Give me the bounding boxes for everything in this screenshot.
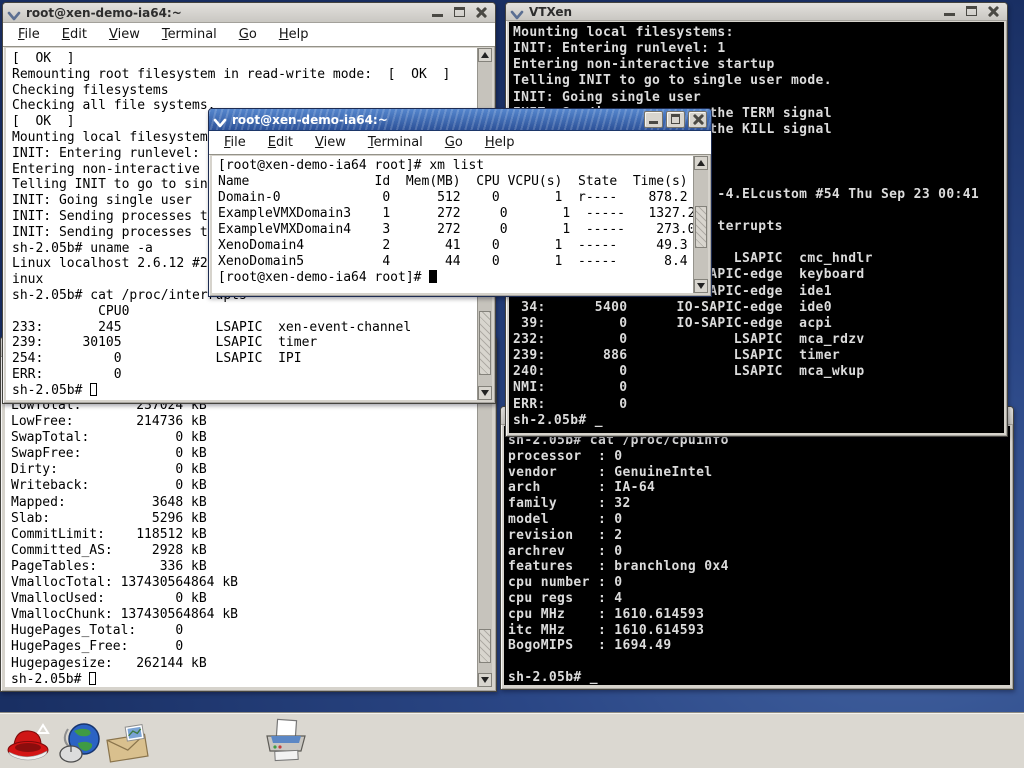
taskbar-panel: [VNC config [root@xen-d VTXen Terminal (…	[0, 712, 1024, 768]
arrow-down-icon	[481, 677, 489, 683]
arrow-up-icon	[481, 52, 489, 58]
menu-terminal[interactable]: Terminal	[357, 135, 434, 150]
close-button[interactable]	[984, 4, 1003, 19]
scrollbar-thumb[interactable]	[695, 206, 707, 248]
window-menu-chevron-icon[interactable]	[510, 6, 524, 18]
menubar: File Edit View Terminal Go Help	[3, 23, 495, 47]
window-console-cpuinfo: sh-2.05b# cat /proc/cpuinfo processor : …	[500, 406, 1014, 690]
text-cursor-icon	[429, 270, 437, 283]
menu-view[interactable]: View	[304, 135, 357, 150]
maximize-button[interactable]	[962, 4, 981, 19]
scroll-down-button[interactable]	[694, 279, 708, 293]
menu-view[interactable]: View	[98, 27, 151, 42]
shell-prompt: [root@xen-demo-ia64 root]#	[218, 270, 429, 285]
menu-go[interactable]: Go	[228, 27, 268, 42]
maximize-icon	[966, 6, 977, 16]
maximize-button[interactable]	[450, 5, 469, 20]
text-cursor-icon	[89, 672, 96, 685]
arrow-up-icon	[697, 160, 705, 166]
menu-file[interactable]: File	[7, 27, 51, 42]
email-launcher[interactable]	[102, 723, 154, 768]
console-output: sh-2.05b# cat /proc/cpuinfo processor : …	[504, 426, 1010, 685]
titlebar[interactable]: VTXen	[506, 3, 1007, 21]
terminal-output: [root@xen-demo-ia64 root]# xm list Name …	[212, 156, 708, 270]
close-button[interactable]	[688, 111, 707, 128]
titlebar[interactable]: root@xen-demo-ia64:~	[209, 109, 711, 131]
shell-prompt: sh-2.05b#	[11, 672, 89, 687]
window-title: root@xen-demo-ia64:~	[232, 113, 388, 127]
minimize-icon	[649, 121, 658, 124]
minimize-button[interactable]	[644, 111, 663, 128]
window-terminal-xm-list: root@xen-demo-ia64:~ File Edit View Term…	[208, 108, 712, 297]
text-cursor-icon	[90, 383, 97, 396]
terminal-output: LowTotal: 237024 kB LowFree: 214736 kB S…	[5, 358, 492, 672]
maximize-button[interactable]	[666, 111, 685, 128]
window-title: VTXen	[529, 5, 572, 19]
red-hat-icon	[4, 721, 54, 765]
window-title: root@xen-demo-ia64:~	[26, 6, 182, 20]
titlebar[interactable]: root@xen-demo-ia64:~	[3, 3, 495, 23]
menu-help[interactable]: Help	[268, 27, 320, 42]
window-menu-chevron-icon[interactable]	[213, 114, 227, 126]
menu-edit[interactable]: Edit	[257, 135, 304, 150]
terminal-viewport[interactable]: [root@xen-demo-ia64 root]# xm list Name …	[212, 156, 708, 293]
minimize-icon	[944, 13, 955, 16]
scroll-down-button[interactable]	[478, 386, 492, 400]
envelope-icon	[102, 723, 154, 765]
printer-launcher[interactable]	[260, 718, 312, 768]
close-button[interactable]	[472, 5, 491, 20]
maximize-icon	[671, 114, 680, 124]
scroll-up-button[interactable]	[694, 156, 708, 170]
globe-browser-icon	[56, 721, 106, 765]
arrow-down-icon	[697, 283, 705, 289]
menu-file[interactable]: File	[213, 135, 257, 150]
window-menu-chevron-icon[interactable]	[7, 7, 21, 19]
menu-go[interactable]: Go	[434, 135, 474, 150]
scrollbar-thumb[interactable]	[479, 629, 491, 663]
minimize-icon	[432, 14, 443, 17]
menu-terminal[interactable]: Terminal	[151, 27, 228, 42]
scrollbar-thumb[interactable]	[479, 311, 491, 375]
minimize-button[interactable]	[940, 4, 959, 19]
scroll-up-button[interactable]	[478, 48, 492, 62]
scroll-down-button[interactable]	[478, 673, 492, 687]
console-viewport[interactable]: sh-2.05b# cat /proc/cpuinfo processor : …	[504, 426, 1010, 685]
main-menu-button[interactable]	[4, 721, 54, 768]
minimize-button[interactable]	[428, 5, 447, 20]
scrollbar[interactable]	[477, 358, 492, 687]
menu-help[interactable]: Help	[474, 135, 526, 150]
maximize-icon	[454, 7, 465, 17]
scrollbar[interactable]	[693, 156, 708, 293]
menubar: File Edit View Terminal Go Help	[209, 131, 711, 155]
menu-edit[interactable]: Edit	[51, 27, 98, 42]
web-browser-launcher[interactable]	[56, 721, 106, 768]
terminal-viewport[interactable]: LowTotal: 237024 kB LowFree: 214736 kB S…	[5, 358, 492, 687]
shell-prompt: sh-2.05b#	[12, 383, 90, 398]
arrow-down-icon	[481, 390, 489, 396]
printer-icon	[260, 718, 312, 766]
